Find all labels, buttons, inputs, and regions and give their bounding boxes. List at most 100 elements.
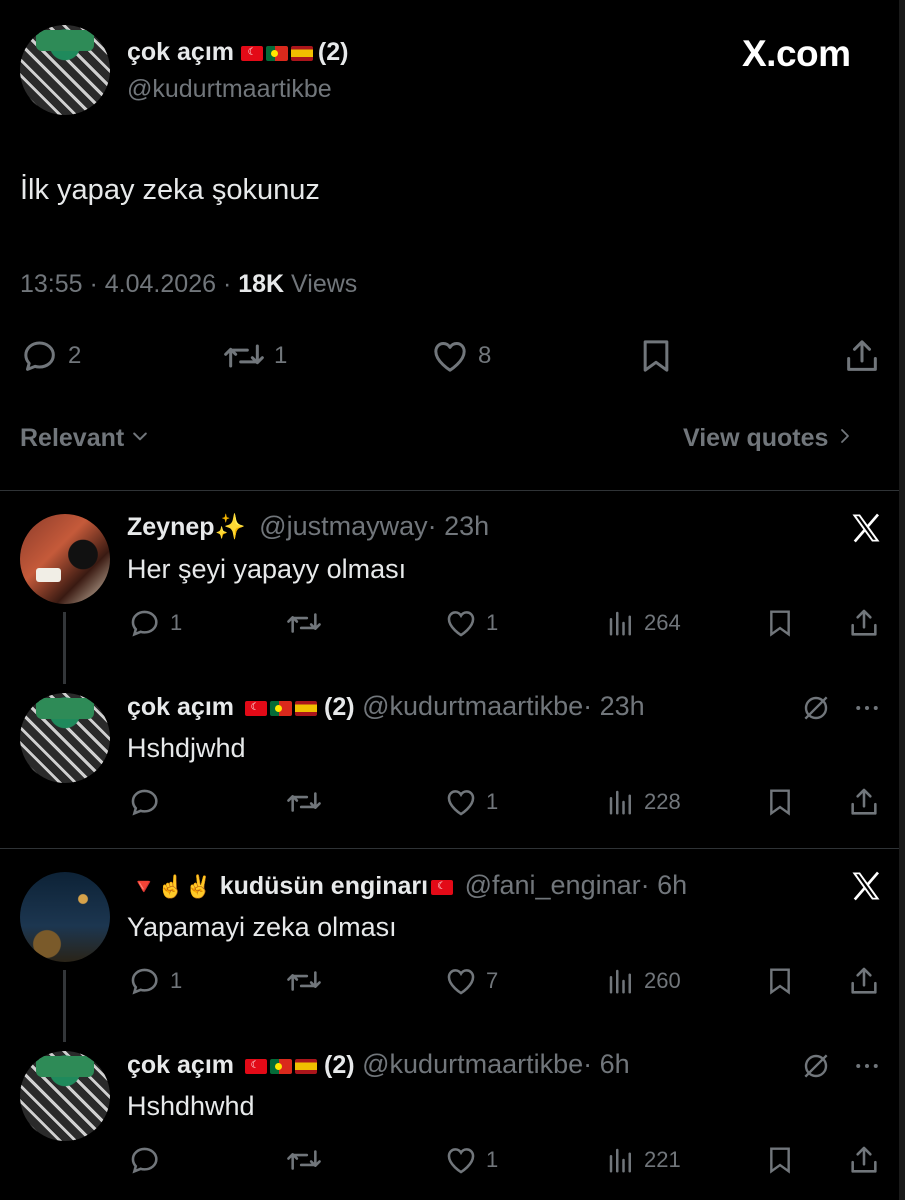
reply-button[interactable]: 1	[128, 606, 182, 640]
like-button[interactable]: 7	[444, 964, 498, 998]
chevron-right-icon	[836, 424, 854, 453]
repost-button[interactable]	[285, 785, 323, 819]
repost-button[interactable]: 1	[222, 336, 287, 376]
views-button[interactable]: 264	[606, 606, 681, 640]
bookmark-button[interactable]	[764, 606, 796, 640]
reply-button[interactable]	[128, 1143, 162, 1177]
more-options-icon[interactable]	[852, 1051, 882, 1086]
reply-icon	[128, 1143, 162, 1177]
reply-display-name[interactable]: çok açım	[127, 693, 234, 721]
views-count: 260	[644, 968, 681, 993]
share-button[interactable]	[842, 336, 882, 376]
reply-name-suffix: (2)	[324, 693, 355, 721]
scrollbar[interactable]	[899, 0, 905, 1200]
reply-avatar[interactable]	[20, 872, 110, 962]
portugal-flag-icon	[269, 1059, 292, 1074]
like-button[interactable]: 1	[444, 606, 498, 640]
author-avatar[interactable]	[20, 25, 110, 115]
repost-button[interactable]	[285, 964, 323, 998]
views-count: 264	[644, 610, 681, 635]
views-count[interactable]: 18K	[238, 270, 284, 298]
bookmark-icon	[764, 785, 796, 819]
analytics-icon	[606, 1143, 636, 1177]
reply-handle[interactable]: @fani_enginar	[465, 870, 641, 900]
reply-button[interactable]: 2	[20, 336, 81, 376]
views-count: 221	[644, 1147, 681, 1172]
spain-flag-icon	[294, 1059, 317, 1074]
chevron-down-icon	[130, 424, 150, 453]
share-icon	[847, 964, 881, 998]
reply-name-suffix: (2)	[324, 1051, 355, 1079]
view-quotes-link[interactable]: View quotes	[683, 424, 854, 453]
reply-avatar[interactable]	[20, 514, 110, 604]
share-button[interactable]	[847, 964, 881, 998]
share-icon	[847, 1143, 881, 1177]
repost-button[interactable]	[285, 1143, 323, 1177]
reply-time[interactable]: · 23h	[428, 511, 490, 541]
heart-icon	[444, 1143, 478, 1177]
author-name-row[interactable]: çok açım (2)	[127, 38, 348, 67]
reply-name-emoji: 🔻☝️✌️	[130, 874, 213, 899]
share-button[interactable]	[847, 606, 881, 640]
reply-handle[interactable]: @justmayway	[259, 511, 427, 541]
reply-handle[interactable]: @kudurtmaartikbe	[362, 691, 583, 721]
reply-text: Her şeyi yapayy olması	[127, 554, 407, 584]
reply-avatar[interactable]	[20, 693, 110, 783]
views-button[interactable]: 221	[606, 1143, 681, 1177]
views-label: Views	[284, 270, 358, 298]
tweet-meta: 13:55 · 4.04.2026 · 18K Views	[20, 270, 357, 299]
author-handle[interactable]: @kudurtmaartikbe	[127, 75, 332, 104]
reply-count: 1	[170, 968, 183, 993]
repost-button[interactable]	[285, 606, 323, 640]
reply-text: Hshdjwhd	[127, 733, 246, 763]
reply-time[interactable]: · 6h	[583, 1049, 630, 1079]
bookmark-button[interactable]	[636, 336, 676, 376]
turkey-flag-icon	[244, 701, 267, 716]
tweet-timestamp[interactable]: 13:55 · 4.04.2026 ·	[20, 270, 238, 298]
repost-icon	[222, 336, 266, 376]
reply-display-name[interactable]: Zeynep✨	[127, 513, 246, 541]
turkey-flag-icon	[241, 46, 264, 61]
views-button[interactable]: 260	[606, 964, 681, 998]
bookmark-button[interactable]	[764, 785, 796, 819]
reply-icon	[128, 964, 162, 998]
more-options-icon[interactable]	[852, 693, 882, 728]
bookmark-icon	[764, 606, 796, 640]
reply-button[interactable]	[128, 785, 162, 819]
bookmark-button[interactable]	[764, 964, 796, 998]
reply-button[interactable]: 1	[128, 964, 182, 998]
x-watermark: X.com	[742, 33, 851, 74]
repost-icon	[285, 785, 323, 819]
x-logo-icon	[848, 510, 884, 551]
sort-dropdown[interactable]: Relevant	[20, 424, 150, 453]
repost-icon	[285, 964, 323, 998]
like-count: 1	[486, 1147, 499, 1172]
reply-display-name[interactable]: çok açım	[127, 1051, 234, 1079]
like-count: 1	[486, 789, 499, 814]
like-button[interactable]: 8	[430, 336, 491, 376]
repost-icon	[285, 606, 323, 640]
bookmark-button[interactable]	[764, 1143, 796, 1177]
portugal-flag-icon	[266, 46, 289, 61]
reply-count: 1	[170, 610, 183, 635]
reply-avatar[interactable]	[20, 1051, 110, 1141]
heart-icon	[430, 336, 470, 376]
reply-time[interactable]: · 23h	[583, 691, 645, 721]
like-button[interactable]: 1	[444, 785, 498, 819]
reply-time[interactable]: · 6h	[641, 870, 688, 900]
views-button[interactable]: 228	[606, 785, 681, 819]
like-count: 1	[486, 610, 499, 635]
x-logo-icon	[848, 868, 884, 909]
share-button[interactable]	[847, 1143, 881, 1177]
reply-handle[interactable]: @kudurtmaartikbe	[362, 1049, 583, 1079]
views-count: 228	[644, 789, 681, 814]
muted-conversation-icon[interactable]	[800, 692, 832, 729]
like-button[interactable]: 1	[444, 1143, 498, 1177]
analytics-icon	[606, 785, 636, 819]
reply-header: 🔻☝️✌️ kudüsün enginarı @fani_enginar· 6h	[130, 870, 687, 901]
muted-conversation-icon[interactable]	[800, 1050, 832, 1087]
author-display-name: çok açım	[127, 38, 235, 66]
analytics-icon	[606, 606, 636, 640]
reply-display-name[interactable]: kudüsün enginarı	[220, 872, 428, 900]
share-button[interactable]	[847, 785, 881, 819]
